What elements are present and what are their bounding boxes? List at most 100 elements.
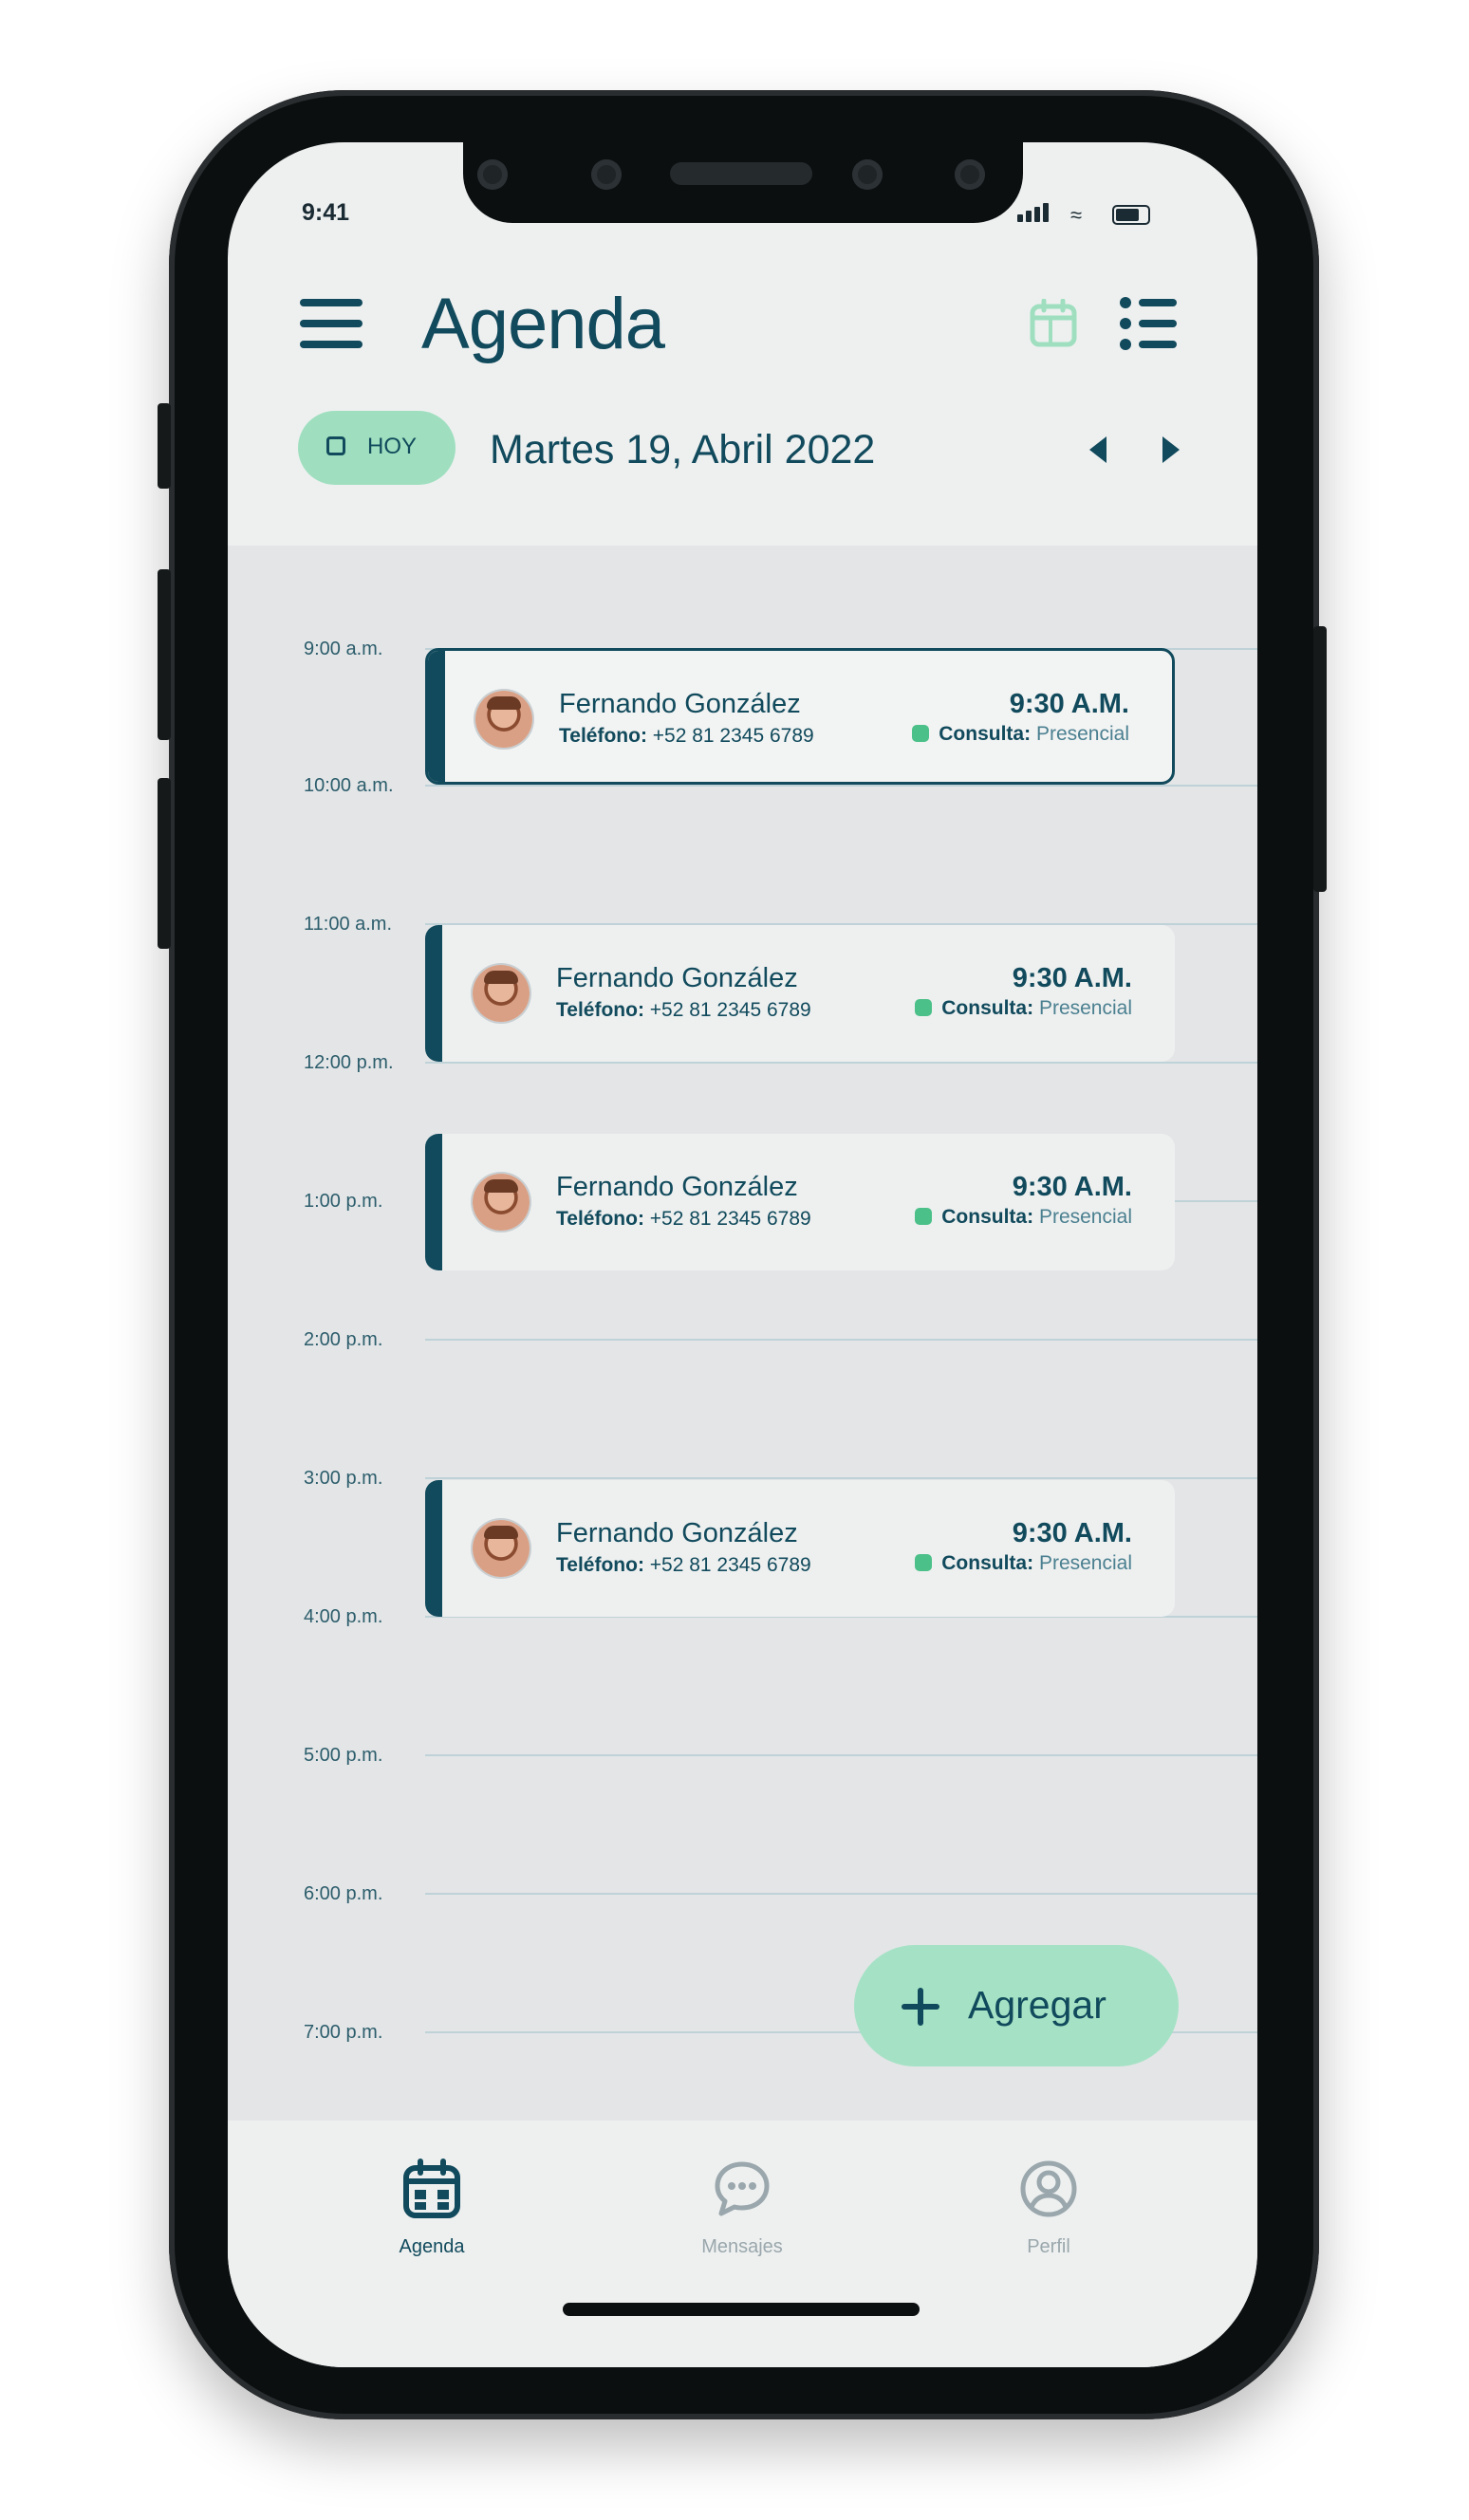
today-button-label: HOY [367,434,418,459]
slot-divider [425,785,1257,787]
calendar-view-icon[interactable] [1030,299,1077,348]
status-icons: ≈ [1017,199,1179,228]
avatar [473,1520,530,1577]
patient-phone: Teléfono: +52 81 2345 6789 [556,999,811,1022]
speaker-grille [670,162,812,185]
slot-divider [425,1339,1257,1341]
sensor-icon [852,159,883,190]
slot-divider [425,1477,1257,1479]
nav-label: Mensajes [701,2236,783,2257]
nav-label: Agenda [399,2236,465,2257]
appointment-card[interactable]: Fernando González Teléfono: +52 81 2345 … [425,925,1175,1062]
consult-label: Consulta: [941,1552,1034,1574]
phone-label: Teléfono: [556,999,644,1021]
nav-label: Perfil [1027,2236,1070,2257]
wifi-icon: ≈ [1070,203,1083,227]
consult-mode: Presencial [1038,997,1132,1019]
patient-name: Fernando González [556,963,798,993]
appointment-type: Consulta: Presencial [915,997,1132,1020]
patient-name: Fernando González [559,689,801,719]
phone-label: Teléfono: [556,1554,644,1576]
chat-icon [715,2161,770,2216]
sensor-icon [591,159,622,190]
time-slot-label: 10:00 a.m. [304,775,394,796]
day-schedule[interactable]: 9:00 a.m. 10:00 a.m. 11:00 a.m. 12:00 p.… [228,546,1257,2121]
signal-bar [1026,211,1032,222]
card-accent-bar [425,1134,442,1270]
card-accent-bar [425,1480,442,1617]
app-screen: 9:41 ≈ Agenda HOY Martes 19, Abril 2022 [228,142,1257,2367]
add-button-label: Agregar [968,1983,1106,2027]
add-appointment-button[interactable]: Agregar [854,1945,1179,2066]
previous-day-icon[interactable] [1089,436,1106,463]
consult-label: Consulta: [939,723,1032,745]
signal-bar [1043,203,1049,222]
plus-icon [902,1988,939,2026]
time-slot-label: 9:00 a.m. [304,639,383,659]
time-slot-label: 5:00 p.m. [304,1745,383,1766]
page-title: Agenda [421,284,665,364]
camera-icon [477,159,508,190]
consult-mode: Presencial [1038,1552,1132,1574]
signal-bar [1034,207,1040,222]
appointment-time: 9:30 A.M. [1012,963,1132,993]
mute-switch [158,403,171,489]
appointment-type: Consulta: Presencial [912,723,1129,746]
avatar [473,1174,530,1231]
calendar-icon [326,436,345,455]
camera-icon [955,159,985,190]
avatar [473,965,530,1022]
phone-label: Teléfono: [559,725,647,747]
appointment-time: 9:30 A.M. [1012,1172,1132,1202]
consult-mode: Presencial [1035,723,1129,745]
patient-name: Fernando González [556,1172,798,1202]
phone-number: +52 81 2345 6789 [649,1554,811,1576]
consult-status-icon [912,725,930,742]
signal-icon [1017,214,1023,222]
nav-item-perfil[interactable]: Perfil [973,2159,1125,2263]
time-slot-label: 1:00 p.m. [304,1191,383,1212]
volume-up-button [158,569,171,740]
current-date: Martes 19, Abril 2022 [490,427,876,472]
power-button [1313,626,1327,892]
patient-phone: Teléfono: +52 81 2345 6789 [559,725,814,748]
nav-item-agenda[interactable]: Agenda [356,2159,508,2263]
phone-number: +52 81 2345 6789 [649,1208,811,1230]
appointment-time: 9:30 A.M. [1009,689,1129,719]
profile-icon [1020,2160,1077,2217]
card-accent-bar [428,651,445,782]
time-slot-label: 12:00 p.m. [304,1052,394,1073]
consult-mode: Presencial [1038,1206,1132,1228]
nav-item-mensajes[interactable]: Mensajes [666,2159,818,2263]
next-day-icon[interactable] [1162,436,1180,463]
consult-status-icon [915,1208,933,1225]
avatar [475,691,532,748]
list-view-icon[interactable] [1120,297,1177,350]
slot-divider [425,1754,1257,1756]
time-slot-label: 4:00 p.m. [304,1606,383,1627]
notch [463,142,1023,223]
patient-name: Fernando González [556,1518,798,1548]
status-time: 9:41 [302,199,350,226]
phone-number: +52 81 2345 6789 [652,725,814,747]
today-button[interactable]: HOY [298,411,456,485]
appointment-card[interactable]: Fernando González Teléfono: +52 81 2345 … [425,648,1175,785]
time-slot-label: 3:00 p.m. [304,1468,383,1489]
card-accent-bar [425,925,442,1062]
volume-down-button [158,778,171,949]
hamburger-menu-icon[interactable] [300,299,363,348]
bottom-navigation: Agenda Mensajes Perfil [228,2121,1257,2367]
appointment-card[interactable]: Fernando González Teléfono: +52 81 2345 … [425,1134,1175,1270]
appointment-type: Consulta: Presencial [915,1552,1132,1575]
consult-label: Consulta: [941,1206,1034,1228]
time-slot-label: 7:00 p.m. [304,2022,383,2043]
appointment-card[interactable]: Fernando González Teléfono: +52 81 2345 … [425,1480,1175,1617]
slot-divider [425,1893,1257,1895]
phone-number: +52 81 2345 6789 [649,999,811,1021]
appointment-time: 9:30 A.M. [1012,1518,1132,1548]
slot-divider [425,1062,1257,1064]
patient-phone: Teléfono: +52 81 2345 6789 [556,1554,811,1577]
home-indicator[interactable] [563,2303,920,2316]
calendar-icon [403,2159,460,2218]
time-slot-label: 6:00 p.m. [304,1883,383,1904]
